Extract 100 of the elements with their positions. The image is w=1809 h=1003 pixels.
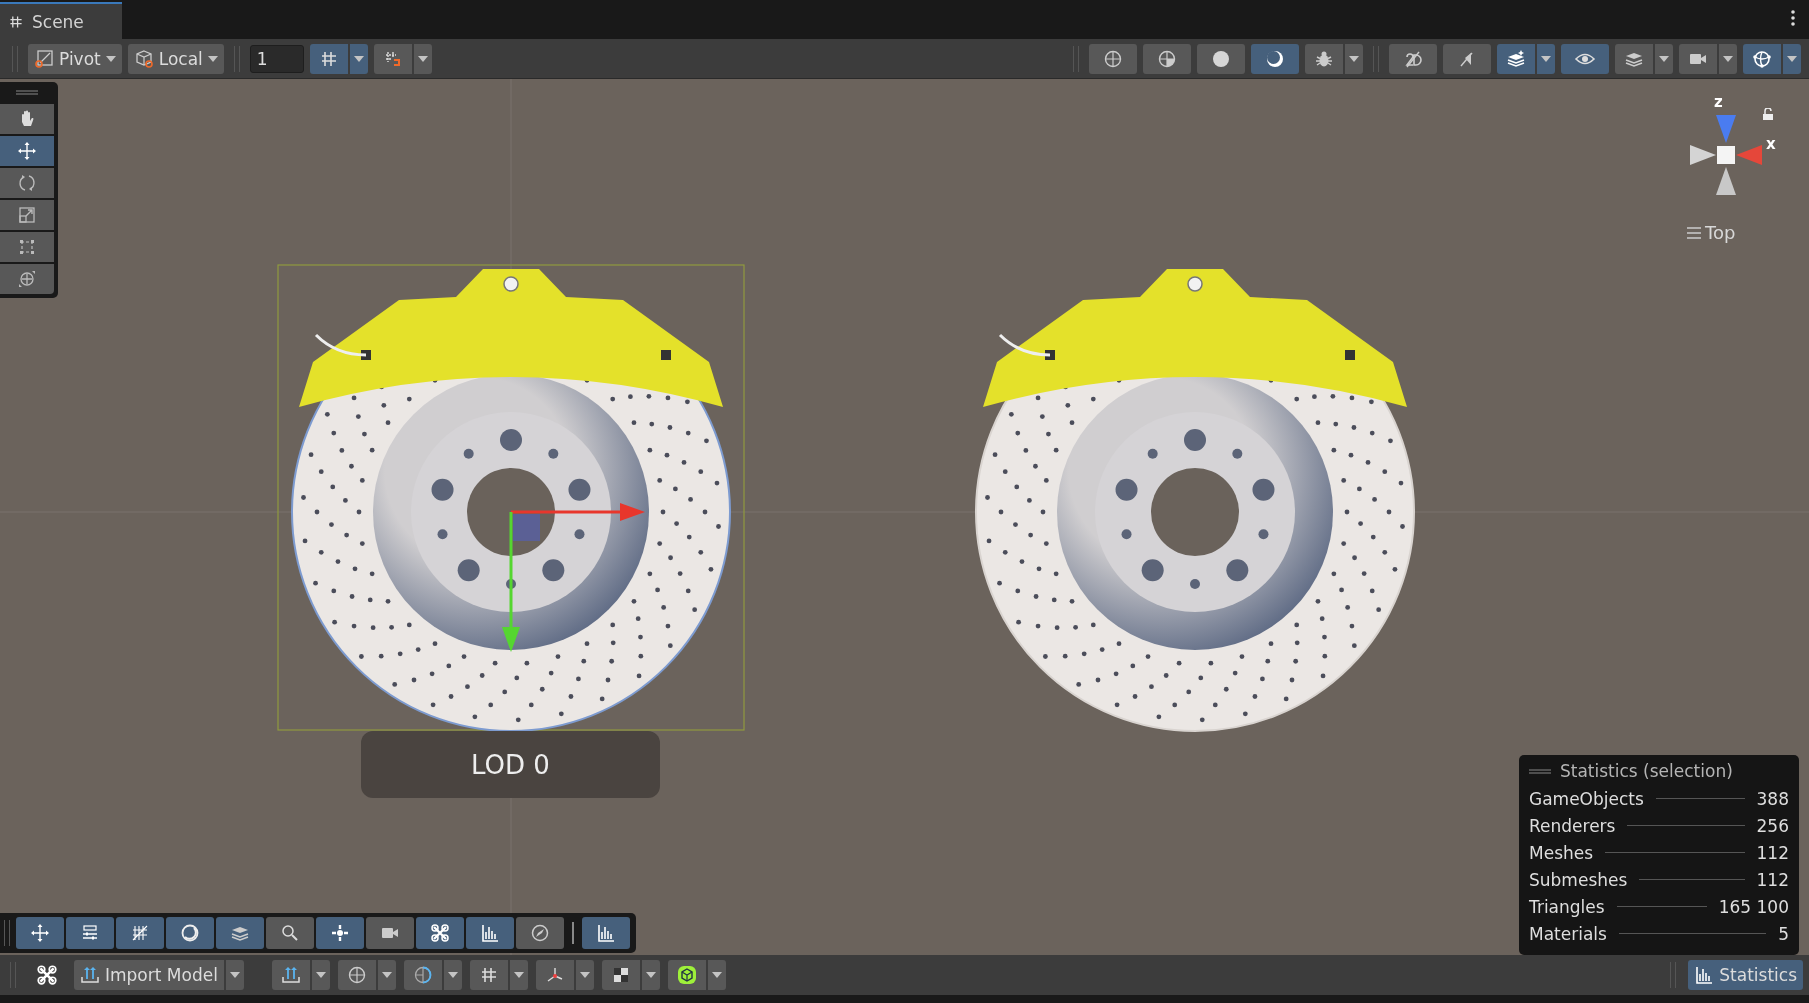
tool-button[interactable] — [0, 104, 54, 134]
toggle-button[interactable] — [1389, 43, 1437, 74]
overlay-button[interactable] — [466, 917, 514, 949]
drag-handle-icon[interactable] — [1529, 768, 1551, 774]
chart-icon — [1694, 965, 1715, 985]
stat-value: 112 — [1756, 869, 1789, 890]
stat-value: 165 100 — [1718, 896, 1789, 917]
toggle-button[interactable] — [1197, 43, 1245, 74]
move-icon — [17, 141, 37, 161]
stat-label: Renderers — [1529, 815, 1616, 836]
cube-icon — [676, 965, 697, 985]
view-label[interactable]: Top — [1705, 222, 1736, 243]
orientation-gizmo-drawing[interactable] — [1690, 115, 1762, 195]
caret-icon — [417, 55, 428, 62]
tool-button[interactable] — [601, 960, 640, 990]
toggle-button[interactable] — [1497, 43, 1535, 74]
stat-value: 5 — [1778, 923, 1789, 944]
dropdown-button[interactable] — [225, 960, 244, 990]
tool-button[interactable] — [667, 960, 706, 990]
toggle-button[interactable] — [1743, 43, 1781, 74]
caret-icon — [207, 55, 218, 62]
caret-icon — [353, 55, 364, 62]
dropdown-button[interactable] — [413, 43, 432, 74]
overlay-button[interactable] — [266, 917, 314, 949]
menu-icon[interactable] — [1791, 10, 1795, 26]
caret-icon — [1787, 55, 1797, 62]
overlay-button[interactable] — [116, 917, 164, 949]
tool-button[interactable] — [469, 960, 508, 990]
chart-icon — [596, 923, 616, 943]
circle-icon — [180, 923, 200, 943]
toggle-button[interactable] — [373, 43, 412, 74]
crescent-icon — [1265, 48, 1285, 69]
light-icon — [330, 923, 350, 943]
dropdown-button[interactable] — [443, 960, 462, 990]
dropdown-button[interactable] — [349, 43, 368, 74]
toggle-button[interactable] — [1679, 43, 1717, 74]
pivot-dropdown[interactable]: Pivot — [28, 43, 122, 74]
dropdown-button[interactable] — [641, 960, 660, 990]
tool-button[interactable] — [535, 960, 574, 990]
dropdown-button[interactable] — [575, 960, 594, 990]
increment-field[interactable]: 1 — [249, 44, 304, 73]
toggle-button[interactable] — [1089, 43, 1137, 74]
chart-icon — [480, 923, 500, 943]
caret-icon — [711, 972, 722, 978]
overlay-button[interactable] — [216, 917, 264, 949]
caret-icon — [315, 972, 326, 978]
overlay-button[interactable] — [416, 917, 464, 949]
dropdown-button[interactable] — [311, 960, 330, 990]
lod-label: LOD 0 — [361, 731, 660, 798]
overlay-button[interactable] — [16, 917, 64, 949]
tool-button[interactable] — [337, 960, 376, 990]
drag-handle-icon[interactable] — [16, 89, 38, 95]
stat-value: 388 — [1756, 788, 1789, 809]
statistics-button[interactable]: Statistics — [1688, 960, 1803, 990]
lock-icon[interactable] — [1762, 108, 1774, 120]
toggle-button[interactable] — [1251, 43, 1299, 74]
tool-button[interactable] — [403, 960, 442, 990]
overlay-button[interactable] — [166, 917, 214, 949]
sphere-icon — [346, 965, 367, 985]
caret-icon — [447, 972, 458, 978]
toggle-button[interactable] — [1561, 43, 1609, 74]
toggle-button[interactable] — [309, 43, 348, 74]
toggle-button[interactable] — [1143, 43, 1191, 74]
sparkle-stack-icon — [1506, 48, 1526, 69]
panel-title: Statistics (selection) — [1560, 761, 1733, 781]
stat-value: 256 — [1756, 815, 1789, 836]
scene-tab[interactable]: Scene — [0, 2, 122, 39]
grid-icon — [8, 13, 24, 30]
caret-icon — [1659, 55, 1669, 62]
scale-icon — [17, 205, 37, 225]
overlay-button[interactable] — [516, 917, 564, 949]
dropdown-button[interactable] — [1719, 43, 1737, 74]
caret-icon — [1541, 55, 1551, 62]
tool-button[interactable] — [0, 136, 54, 166]
caret-icon — [381, 972, 392, 978]
axis-label: x — [1766, 135, 1776, 153]
overlay-button[interactable] — [316, 917, 364, 949]
dropdown-button[interactable] — [1345, 43, 1363, 74]
overlay-button[interactable] — [366, 917, 414, 949]
space-dropdown[interactable]: Local — [127, 43, 224, 74]
import-model-button[interactable]: Import Model — [74, 960, 224, 990]
caret-icon — [105, 55, 116, 62]
tool-button[interactable] — [271, 960, 310, 990]
cube-icon — [133, 48, 154, 69]
dropdown-button[interactable] — [377, 960, 396, 990]
move-gizmo-drawing[interactable] — [502, 503, 645, 652]
toggle-button[interactable] — [1443, 43, 1491, 74]
dropdown-button[interactable] — [1783, 43, 1801, 74]
dropdown-button[interactable] — [707, 960, 726, 990]
toggle-button[interactable] — [1305, 43, 1343, 74]
sphere-icon — [1157, 48, 1177, 69]
search-icon — [280, 923, 300, 943]
toggle-button[interactable] — [1615, 43, 1653, 74]
caret-icon — [579, 972, 590, 978]
dropdown-button[interactable] — [1537, 43, 1555, 74]
overlay-button[interactable] — [582, 917, 630, 949]
dropdown-button[interactable] — [509, 960, 528, 990]
overlay-button[interactable] — [66, 917, 114, 949]
stat-label: Meshes — [1529, 842, 1594, 863]
dropdown-button[interactable] — [1655, 43, 1673, 74]
